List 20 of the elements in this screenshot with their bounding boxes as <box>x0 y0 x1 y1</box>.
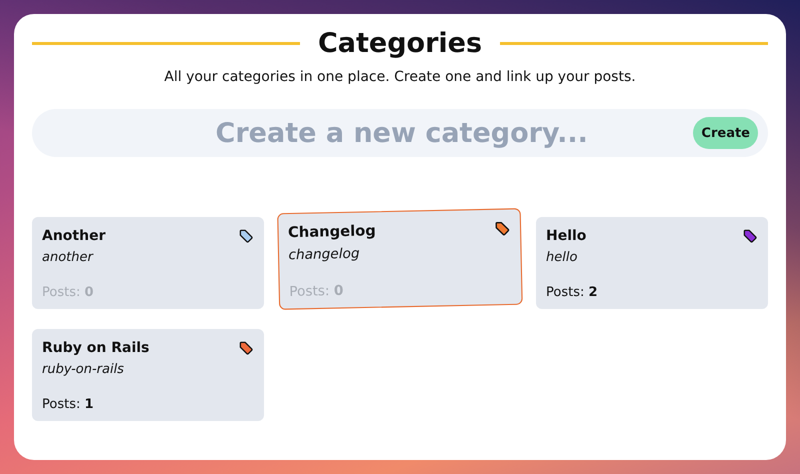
page-title: Categories <box>318 28 482 59</box>
category-slug: changelog <box>288 245 361 264</box>
category-card[interactable]: Ruby on Rails ruby-on-rails Posts: 1 <box>32 329 264 421</box>
post-count: Posts: 0 <box>42 285 95 300</box>
post-count: Posts: 2 <box>546 285 599 300</box>
category-name: Hello <box>546 228 586 244</box>
post-count: Posts: 1 <box>42 397 95 412</box>
post-count: Posts: 0 <box>289 282 345 300</box>
category-name: Changelog <box>288 222 376 242</box>
new-category-field[interactable]: Create a new category... Create <box>32 109 768 157</box>
category-slug: another <box>42 250 94 265</box>
category-card[interactable]: Changelog changelog Posts: 0 <box>277 208 523 310</box>
category-slug: ruby-on-rails <box>42 362 125 377</box>
category-card[interactable]: Another another Posts: 0 <box>32 217 264 309</box>
category-name: Ruby on Rails <box>42 340 150 356</box>
page-subtitle: All your categories in one place. Create one and link up your posts. <box>163 69 637 85</box>
category-name: Another <box>42 228 106 244</box>
category-card[interactable]: Hello hello Posts: 2 <box>536 217 768 309</box>
create-button[interactable]: Create <box>693 117 758 149</box>
category-slug: hello <box>546 250 578 265</box>
